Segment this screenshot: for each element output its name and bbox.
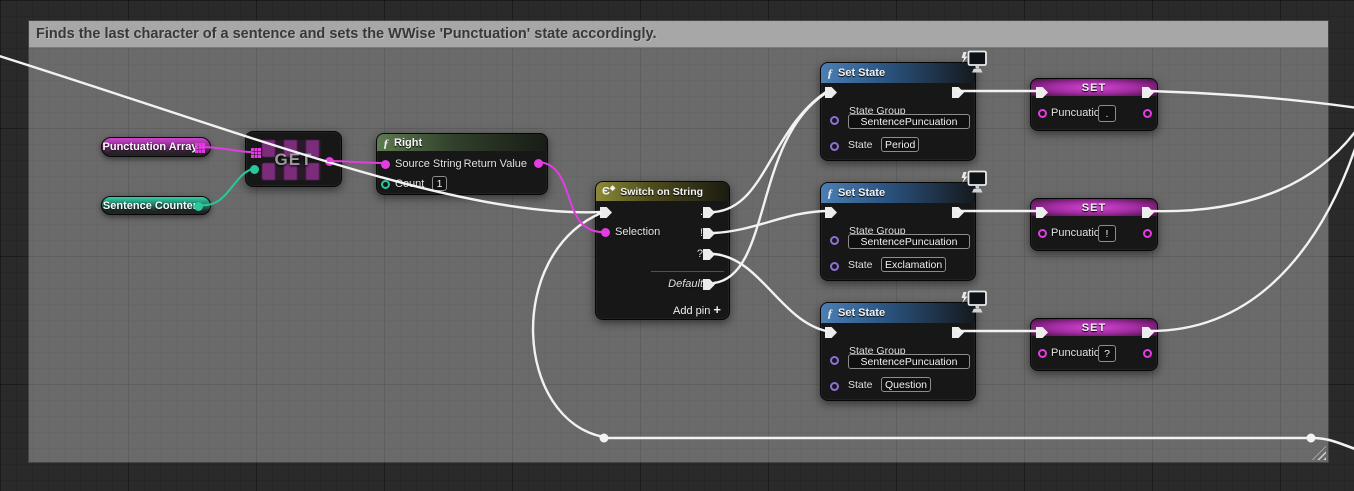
target-device-icon [959,290,988,316]
target-device-icon [959,50,988,76]
array-input-pin[interactable] [251,148,254,151]
set-state-title: Set State [838,67,885,79]
selection-label: Selection [615,226,660,238]
set-state-header[interactable]: ƒ Set State [821,303,975,323]
default-pin[interactable] [703,279,715,290]
count-label: Count [395,178,424,190]
default-label: Default [668,278,703,290]
exec-output-pin[interactable] [952,87,964,98]
state-label: State [848,259,873,271]
set-state-header[interactable]: ƒ Set State [821,183,975,203]
right-node[interactable]: ƒ Right Source String Count 1 Return Val… [376,133,548,195]
state-value-box[interactable]: Exclamation [881,257,946,272]
set-node-question[interactable]: SET Puncuation ? [1030,318,1158,371]
state-label: State [848,139,873,151]
puncuation-output-pin[interactable] [1143,109,1152,118]
state-pin[interactable] [830,382,839,391]
exec-output-pin[interactable] [952,207,964,218]
target-device-icon [959,170,988,196]
get-node[interactable]: GET [245,131,342,187]
plus-icon: + [713,302,721,317]
state-pin[interactable] [830,142,839,151]
set-state-title: Set State [838,307,885,319]
puncuation-output-pin[interactable] [1143,349,1152,358]
state-group-pin[interactable] [830,356,839,365]
set-node-header[interactable]: SET [1031,319,1157,336]
switch-icon: Є◆ [602,185,615,198]
puncuation-input-pin[interactable] [1038,109,1047,118]
set-state-header[interactable]: ƒ Set State [821,63,975,83]
set-node-header[interactable]: SET [1031,199,1157,216]
case-period-label: . [700,206,703,218]
switch-node-title: Switch on String [620,186,703,198]
set-state-node-question[interactable]: ƒ Set State State Group SentencePuncuati… [820,302,976,401]
variable-label: Punctuation Array [103,141,210,153]
pin-separator [651,271,724,272]
variable-node-sentence-counter[interactable]: Sentence Counter [101,196,211,215]
int-output-pin[interactable] [194,202,203,211]
set-state-node-exclamation[interactable]: ƒ Set State State Group SentencePuncuati… [820,182,976,281]
switch-node-header[interactable]: Є◆ Switch on String [596,182,729,201]
state-pin[interactable] [830,262,839,271]
set-node-title: SET [1082,202,1106,214]
blueprint-graph-canvas[interactable]: Finds the last character of a sentence a… [0,0,1354,491]
case-question-pin[interactable] [703,249,715,260]
element-output-pin[interactable] [325,157,334,166]
right-node-title: Right [394,137,422,149]
set-state-title: Set State [838,187,885,199]
source-string-label: Source String [395,158,462,170]
set-node-exclamation[interactable]: SET Puncuation ! [1030,198,1158,251]
set-state-node-period[interactable]: ƒ Set State State Group SentencePuncuati… [820,62,976,161]
comment-title-bar[interactable]: Finds the last character of a sentence a… [29,21,1328,48]
variable-node-punctuation-array[interactable]: Punctuation Array [101,137,211,157]
return-value-pin[interactable] [534,159,543,168]
puncuation-input-pin[interactable] [1038,229,1047,238]
function-icon: ƒ [827,307,833,319]
exec-output-pin[interactable] [952,327,964,338]
set-node-title: SET [1082,322,1106,334]
puncuation-value-box[interactable]: ! [1098,225,1116,242]
exec-input-pin[interactable] [825,87,837,98]
switch-on-string-node[interactable]: Є◆ Switch on String Selection . ! ? Defa… [595,181,730,320]
exec-input-pin[interactable] [825,327,837,338]
case-period-pin[interactable] [703,207,715,218]
state-value-box[interactable]: Question [881,377,931,392]
case-exclamation-pin[interactable] [703,228,715,239]
array-pin[interactable] [195,143,198,146]
set-node-title: SET [1082,82,1106,94]
count-value-box[interactable]: 1 [432,176,447,191]
index-input-pin[interactable] [250,165,259,174]
puncuation-value-box[interactable]: ? [1098,345,1116,362]
state-group-value-box[interactable]: SentencePuncuation [848,354,970,369]
case-exclamation-label: ! [700,227,703,239]
state-group-value-box[interactable]: SentencePuncuation [848,234,970,249]
state-value-box[interactable]: Period [881,137,919,152]
function-icon: ƒ [383,137,389,149]
return-value-label: Return Value [464,158,527,170]
case-question-label: ? [697,248,703,260]
state-group-pin[interactable] [830,236,839,245]
function-icon: ƒ [827,67,833,79]
right-node-header[interactable]: ƒ Right [377,134,547,151]
comment-title: Finds the last character of a sentence a… [36,26,656,42]
function-icon: ƒ [827,187,833,199]
set-node-period[interactable]: SET Puncuation . [1030,78,1158,131]
puncuation-input-pin[interactable] [1038,349,1047,358]
add-pin-button[interactable]: Add pin + [673,302,721,317]
state-label: State [848,379,873,391]
puncuation-value-box[interactable]: . [1098,105,1116,122]
exec-input-pin[interactable] [825,207,837,218]
state-group-pin[interactable] [830,116,839,125]
comment-resize-handle[interactable] [1312,446,1326,460]
count-pin[interactable] [381,180,390,189]
selection-pin[interactable] [601,228,610,237]
exec-input-pin[interactable] [600,207,612,218]
state-group-value-box[interactable]: SentencePuncuation [848,114,970,129]
set-node-header[interactable]: SET [1031,79,1157,96]
puncuation-output-pin[interactable] [1143,229,1152,238]
source-string-pin[interactable] [381,160,390,169]
